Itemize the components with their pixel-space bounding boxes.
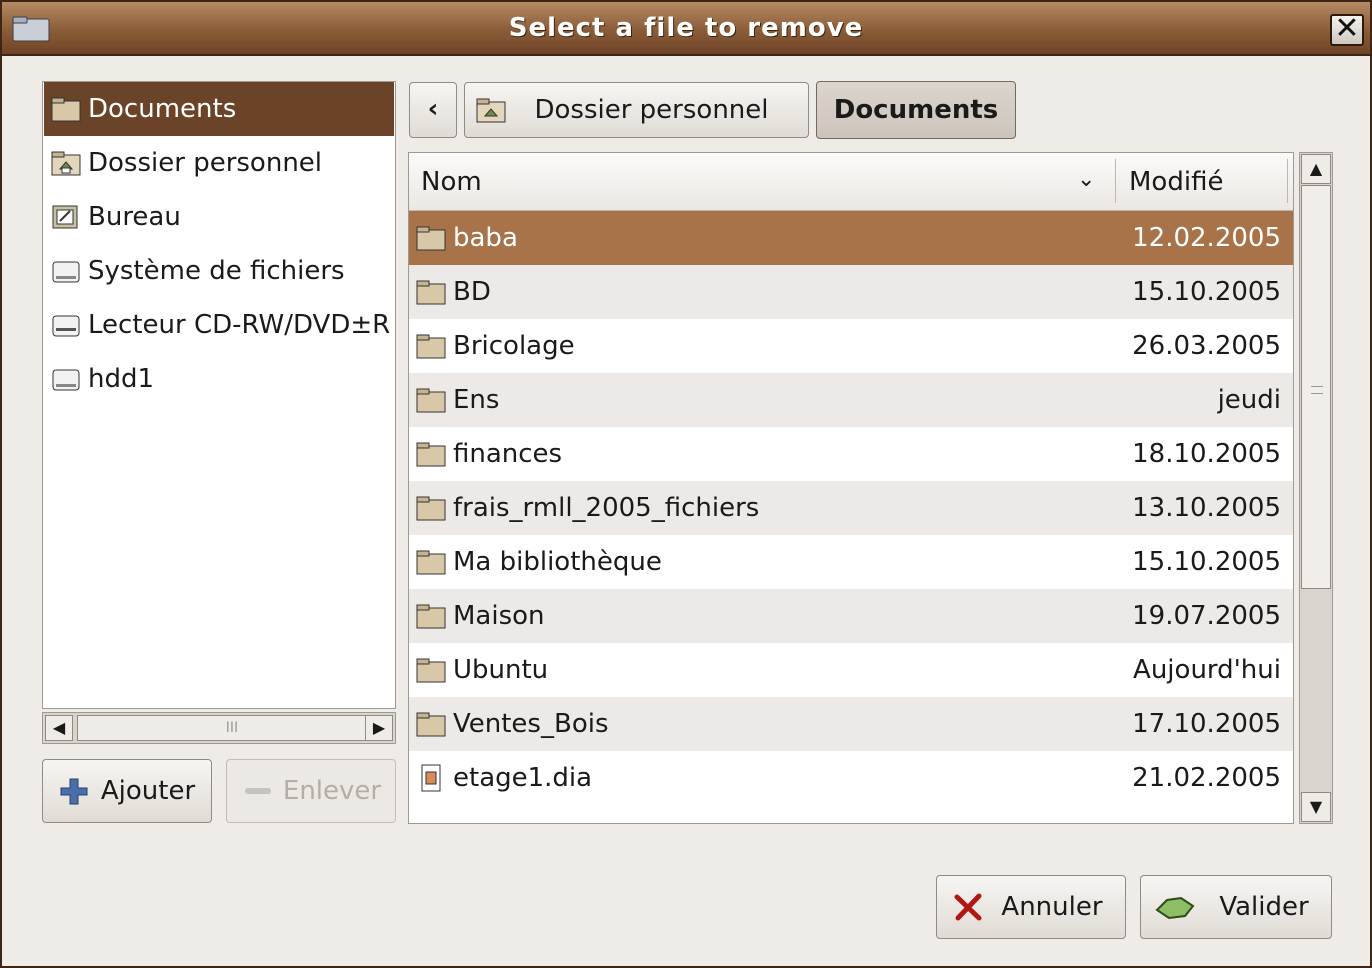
place-item-filesystem[interactable]: Système de fichiers	[44, 244, 394, 298]
file-row[interactable]: baba 12.02.2005	[409, 211, 1293, 265]
file-row[interactable]: BD 15.10.2005	[409, 265, 1293, 319]
home-folder-icon	[51, 151, 81, 176]
folder-icon	[416, 712, 446, 737]
place-label: Bureau	[88, 202, 181, 232]
folder-icon	[416, 658, 446, 683]
column-separator	[1115, 159, 1116, 203]
cdrom-drive-icon	[52, 315, 80, 337]
window-title: Select a file to remove	[508, 13, 864, 43]
minus-icon	[245, 788, 271, 794]
folder-icon	[416, 550, 446, 575]
file-modified-date: 13.10.2005	[1132, 493, 1281, 523]
ok-hand-icon	[1155, 896, 1195, 920]
scroll-thumb[interactable]: III	[77, 715, 387, 741]
sort-descending-icon: ⌄	[1077, 167, 1096, 192]
file-row[interactable]: Ma bibliothèque 15.10.2005	[409, 535, 1293, 589]
ok-button[interactable]: Valider	[1140, 875, 1332, 939]
title-bar: Select a file to remove ✕	[0, 0, 1372, 56]
file-name: Bricolage	[453, 331, 575, 361]
scroll-grip	[1311, 386, 1323, 394]
file-row[interactable]: Ens jeudi	[409, 373, 1293, 427]
file-modified-date: 17.10.2005	[1132, 709, 1281, 739]
cancel-x-icon	[954, 893, 982, 921]
place-label: Dossier personnel	[88, 148, 323, 178]
plus-icon	[60, 778, 88, 805]
file-name: Ubuntu	[453, 655, 549, 685]
add-button[interactable]: Ajouter	[42, 759, 212, 823]
file-modified-date: 26.03.2005	[1132, 331, 1281, 361]
folder-icon	[416, 334, 446, 359]
folder-icon	[51, 97, 81, 122]
file-name: Ens	[453, 385, 500, 415]
drive-icon	[52, 261, 80, 283]
scroll-down-arrow[interactable]: ▼	[1301, 792, 1331, 822]
file-row[interactable]: Maison 19.07.2005	[409, 589, 1293, 643]
document-icon	[421, 764, 441, 792]
file-name: Ma bibliothèque	[453, 547, 662, 577]
place-item-desktop[interactable]: Bureau	[44, 190, 394, 244]
scroll-up-arrow[interactable]: ▲	[1301, 154, 1331, 184]
file-modified-date: 12.02.2005	[1132, 223, 1281, 253]
file-row[interactable]: Bricolage 26.03.2005	[409, 319, 1293, 373]
file-name: etage1.dia	[453, 763, 593, 793]
path-home-button[interactable]: Dossier personnel	[464, 82, 809, 138]
cancel-button-label: Annuler	[1001, 892, 1103, 922]
column-separator	[1287, 159, 1288, 203]
file-name: baba	[453, 223, 518, 253]
place-item-documents[interactable]: Documents	[44, 82, 394, 136]
folder-icon	[416, 496, 446, 521]
file-row[interactable]: frais_rmll_2005_fichiers 13.10.2005	[409, 481, 1293, 535]
file-modified-date: Aujourd'hui	[1133, 655, 1281, 685]
file-modified-date: 19.07.2005	[1132, 601, 1281, 631]
file-modified-date: 15.10.2005	[1132, 547, 1281, 577]
file-list-header: Nom ⌄ Modifié	[409, 153, 1293, 211]
file-modified-date: jeudi	[1217, 385, 1281, 415]
remove-button-label: Enlever	[282, 776, 382, 806]
file-row[interactable]: finances 18.10.2005	[409, 427, 1293, 481]
path-back-button[interactable]: ‹	[409, 82, 457, 138]
place-label: hdd1	[88, 364, 155, 394]
file-name: Maison	[453, 601, 545, 631]
places-sidebar: Documents Dossier personnel Bureau Systè…	[42, 81, 396, 709]
drive-icon	[52, 369, 80, 391]
file-list: Nom ⌄ Modifié baba 12.02.2005 BD 15.10.2005…	[408, 152, 1294, 824]
file-name: Ventes_Bois	[453, 709, 609, 739]
column-header-name[interactable]: Nom	[421, 167, 482, 197]
path-current-button[interactable]: Documents	[816, 81, 1016, 139]
place-item-home[interactable]: Dossier personnel	[44, 136, 394, 190]
remove-button[interactable]: Enlever	[226, 759, 396, 823]
place-label: Documents	[88, 94, 237, 124]
close-button[interactable]: ✕	[1330, 14, 1364, 46]
place-label: Système de fichiers	[88, 256, 345, 286]
file-list-vertical-scrollbar[interactable]: ▲ ▼	[1299, 152, 1333, 824]
place-item-hdd1[interactable]: hdd1	[44, 352, 394, 406]
folder-icon	[416, 280, 446, 305]
ok-button-label: Valider	[1219, 892, 1309, 922]
file-modified-date: 15.10.2005	[1132, 277, 1281, 307]
folder-icon	[416, 226, 446, 251]
file-modified-date: 21.02.2005	[1132, 763, 1281, 793]
scroll-left-arrow[interactable]: ◀	[45, 715, 73, 741]
file-row[interactable]: Ventes_Bois 17.10.2005	[409, 697, 1293, 751]
places-horizontal-scrollbar[interactable]: ◀ III ▶	[42, 712, 396, 744]
scroll-thumb[interactable]	[1301, 185, 1331, 589]
home-folder-icon	[476, 98, 506, 123]
place-item-cdrom[interactable]: Lecteur CD-RW/DVD±R	[44, 298, 394, 352]
folder-icon	[416, 388, 446, 413]
column-header-modified[interactable]: Modifié	[1129, 167, 1223, 197]
folder-icon	[416, 604, 446, 629]
scroll-right-arrow[interactable]: ▶	[365, 715, 393, 741]
file-row[interactable]: etage1.dia 21.02.2005	[409, 751, 1293, 805]
place-label: Lecteur CD-RW/DVD±R	[88, 310, 391, 340]
desktop-icon	[52, 205, 78, 229]
file-name: BD	[453, 277, 491, 307]
folder-icon	[416, 442, 446, 467]
cancel-button[interactable]: Annuler	[936, 875, 1126, 939]
file-name: finances	[453, 439, 563, 469]
file-row[interactable]: Ubuntu Aujourd'hui	[409, 643, 1293, 697]
path-home-label: Dossier personnel	[534, 95, 769, 125]
add-button-label: Ajouter	[100, 776, 196, 806]
file-modified-date: 18.10.2005	[1132, 439, 1281, 469]
file-name: frais_rmll_2005_fichiers	[453, 493, 760, 523]
